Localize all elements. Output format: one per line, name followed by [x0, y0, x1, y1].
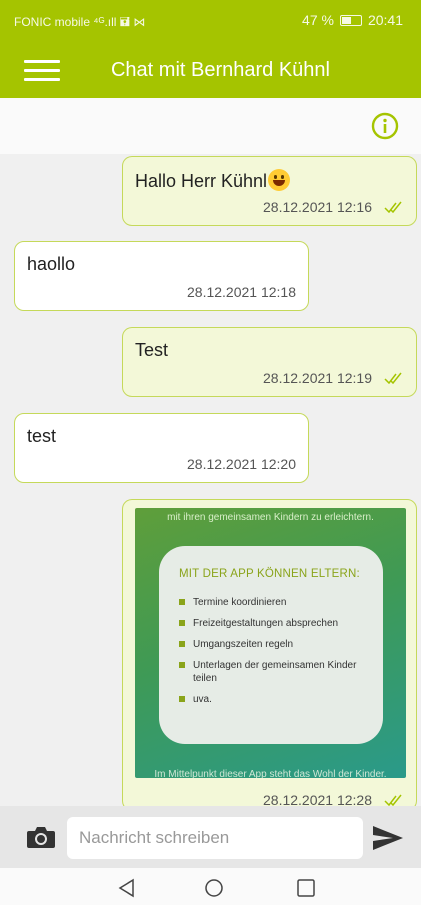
send-icon[interactable]	[371, 824, 405, 852]
list-item: Freizeitgestaltungen absprechen	[179, 617, 367, 630]
image-bottom-text: Im Mittelpunkt dieser App steht das Wohl…	[154, 769, 387, 778]
battery-percentage: 47 %	[302, 12, 334, 28]
message-text: test	[27, 426, 57, 446]
page-title: Chat mit Bernhard Kühnl	[110, 59, 330, 81]
info-icon[interactable]	[371, 112, 399, 140]
system-nav-bar	[0, 868, 421, 905]
list-item: Unterlagen der gemeinsamen Kinder teilen	[179, 659, 367, 685]
message-text: Test	[135, 340, 169, 360]
message-timestamp: 28.12.2021 12:20	[187, 456, 296, 472]
message-list[interactable]: Hallo Herr Kühnl 28.12.2021 12:16 haollo…	[0, 154, 421, 806]
message-timestamp: 28.12.2021 12:16	[263, 199, 372, 215]
clock: 20:41	[367, 12, 403, 28]
message-timestamp: 28.12.2021 12:28	[263, 792, 372, 806]
message-input[interactable]	[67, 817, 363, 859]
app-bar: Chat mit Bernhard Kühnl	[0, 44, 421, 98]
message-image[interactable]: mit ihren gemeinsamen Kindern zu erleich…	[135, 508, 406, 778]
status-right: 47 % 20:41	[302, 12, 403, 28]
message-meta: 28.12.2021 12:20	[187, 456, 296, 472]
message-text: Hallo Herr Kühnl	[135, 169, 291, 192]
message-meta: 28.12.2021 12:18	[187, 284, 296, 300]
grinning-face-emoji-icon	[268, 169, 291, 191]
message-bubble-incoming[interactable]: haollo 28.12.2021 12:18	[14, 241, 309, 311]
image-card-list: Termine koordinieren Freizeitgestaltunge…	[179, 596, 367, 706]
message-meta: 28.12.2021 12:16	[263, 199, 404, 215]
message-bubble-incoming[interactable]: test 28.12.2021 12:20	[14, 413, 309, 483]
chat-toolbar	[0, 98, 421, 154]
double-check-icon	[384, 794, 402, 806]
list-item: uva.	[179, 693, 367, 706]
image-top-text: mit ihren gemeinsamen Kindern zu erleich…	[167, 512, 374, 523]
message-meta: 28.12.2021 12:19	[263, 370, 404, 386]
home-circle-icon[interactable]	[204, 878, 224, 898]
image-card: MIT DER APP KÖNNEN ELTERN: Termine koord…	[159, 546, 383, 744]
image-card-title: MIT DER APP KÖNNEN ELTERN:	[179, 568, 360, 580]
message-bubble-image[interactable]: mit ihren gemeinsamen Kindern zu erleich…	[122, 499, 417, 806]
message-text: haollo	[27, 254, 76, 274]
list-item: Umgangszeiten regeln	[179, 638, 367, 651]
back-triangle-icon[interactable]	[117, 878, 137, 898]
carrier-label: FONIC mobile ⁴ᴳ.ıll 🖬 ⋈	[14, 15, 146, 29]
message-bubble-outgoing[interactable]: Test 28.12.2021 12:19	[122, 327, 417, 397]
message-composer	[0, 806, 421, 868]
message-meta: 28.12.2021 12:28	[263, 792, 404, 806]
message-timestamp: 28.12.2021 12:19	[263, 370, 372, 386]
battery-icon	[339, 14, 362, 26]
recents-square-icon[interactable]	[296, 878, 316, 898]
message-bubble-outgoing[interactable]: Hallo Herr Kühnl 28.12.2021 12:16	[122, 156, 417, 226]
message-timestamp: 28.12.2021 12:18	[187, 284, 296, 300]
double-check-icon	[384, 372, 402, 384]
list-item: Termine koordinieren	[179, 596, 367, 609]
camera-icon[interactable]	[26, 825, 56, 849]
double-check-icon	[384, 201, 402, 213]
status-bar: FONIC mobile ⁴ᴳ.ıll 🖬 ⋈ 47 % 20:41	[0, 0, 421, 44]
